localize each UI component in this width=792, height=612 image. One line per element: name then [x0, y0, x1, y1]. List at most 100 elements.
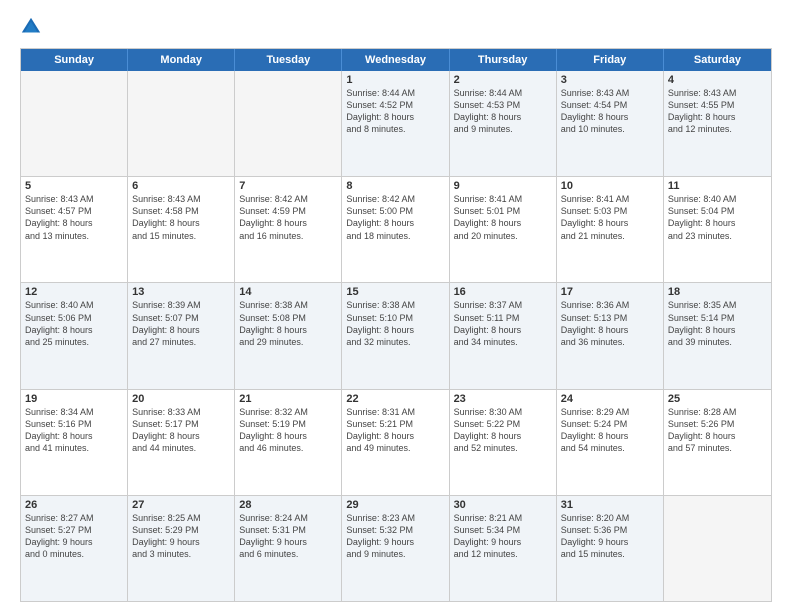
calendar-cell — [235, 71, 342, 176]
day-detail: Sunrise: 8:39 AM Sunset: 5:07 PM Dayligh… — [132, 299, 230, 348]
calendar-body: 1Sunrise: 8:44 AM Sunset: 4:52 PM Daylig… — [21, 71, 771, 601]
day-number: 8 — [346, 180, 444, 192]
day-detail: Sunrise: 8:24 AM Sunset: 5:31 PM Dayligh… — [239, 512, 337, 561]
calendar-row: 19Sunrise: 8:34 AM Sunset: 5:16 PM Dayli… — [21, 389, 771, 495]
calendar-cell: 19Sunrise: 8:34 AM Sunset: 5:16 PM Dayli… — [21, 390, 128, 495]
day-number: 10 — [561, 180, 659, 192]
day-detail: Sunrise: 8:40 AM Sunset: 5:04 PM Dayligh… — [668, 193, 767, 242]
day-number: 5 — [25, 180, 123, 192]
weekday-header: Monday — [128, 49, 235, 71]
calendar-cell: 20Sunrise: 8:33 AM Sunset: 5:17 PM Dayli… — [128, 390, 235, 495]
day-number: 9 — [454, 180, 552, 192]
calendar-cell: 25Sunrise: 8:28 AM Sunset: 5:26 PM Dayli… — [664, 390, 771, 495]
day-detail: Sunrise: 8:36 AM Sunset: 5:13 PM Dayligh… — [561, 299, 659, 348]
day-number: 25 — [668, 393, 767, 405]
weekday-header: Friday — [557, 49, 664, 71]
day-detail: Sunrise: 8:27 AM Sunset: 5:27 PM Dayligh… — [25, 512, 123, 561]
calendar-cell: 10Sunrise: 8:41 AM Sunset: 5:03 PM Dayli… — [557, 177, 664, 282]
calendar-cell: 8Sunrise: 8:42 AM Sunset: 5:00 PM Daylig… — [342, 177, 449, 282]
day-number: 23 — [454, 393, 552, 405]
day-number: 26 — [25, 499, 123, 511]
day-number: 19 — [25, 393, 123, 405]
calendar-cell: 27Sunrise: 8:25 AM Sunset: 5:29 PM Dayli… — [128, 496, 235, 601]
page: SundayMondayTuesdayWednesdayThursdayFrid… — [0, 0, 792, 612]
day-number: 12 — [25, 286, 123, 298]
day-detail: Sunrise: 8:42 AM Sunset: 4:59 PM Dayligh… — [239, 193, 337, 242]
day-number: 17 — [561, 286, 659, 298]
calendar-cell: 6Sunrise: 8:43 AM Sunset: 4:58 PM Daylig… — [128, 177, 235, 282]
calendar-header: SundayMondayTuesdayWednesdayThursdayFrid… — [21, 49, 771, 71]
day-detail: Sunrise: 8:29 AM Sunset: 5:24 PM Dayligh… — [561, 406, 659, 455]
day-detail: Sunrise: 8:43 AM Sunset: 4:58 PM Dayligh… — [132, 193, 230, 242]
day-number: 1 — [346, 74, 444, 86]
day-number: 18 — [668, 286, 767, 298]
day-number: 11 — [668, 180, 767, 192]
calendar-cell: 11Sunrise: 8:40 AM Sunset: 5:04 PM Dayli… — [664, 177, 771, 282]
calendar-cell: 4Sunrise: 8:43 AM Sunset: 4:55 PM Daylig… — [664, 71, 771, 176]
day-detail: Sunrise: 8:41 AM Sunset: 5:03 PM Dayligh… — [561, 193, 659, 242]
day-number: 29 — [346, 499, 444, 511]
day-number: 7 — [239, 180, 337, 192]
calendar-cell: 23Sunrise: 8:30 AM Sunset: 5:22 PM Dayli… — [450, 390, 557, 495]
day-detail: Sunrise: 8:42 AM Sunset: 5:00 PM Dayligh… — [346, 193, 444, 242]
calendar-cell: 7Sunrise: 8:42 AM Sunset: 4:59 PM Daylig… — [235, 177, 342, 282]
day-number: 2 — [454, 74, 552, 86]
day-number: 24 — [561, 393, 659, 405]
day-number: 28 — [239, 499, 337, 511]
day-number: 14 — [239, 286, 337, 298]
calendar-cell: 26Sunrise: 8:27 AM Sunset: 5:27 PM Dayli… — [21, 496, 128, 601]
day-detail: Sunrise: 8:40 AM Sunset: 5:06 PM Dayligh… — [25, 299, 123, 348]
calendar-row: 1Sunrise: 8:44 AM Sunset: 4:52 PM Daylig… — [21, 71, 771, 176]
calendar-cell: 12Sunrise: 8:40 AM Sunset: 5:06 PM Dayli… — [21, 283, 128, 388]
calendar-cell: 17Sunrise: 8:36 AM Sunset: 5:13 PM Dayli… — [557, 283, 664, 388]
calendar-cell: 22Sunrise: 8:31 AM Sunset: 5:21 PM Dayli… — [342, 390, 449, 495]
day-detail: Sunrise: 8:25 AM Sunset: 5:29 PM Dayligh… — [132, 512, 230, 561]
calendar-cell: 1Sunrise: 8:44 AM Sunset: 4:52 PM Daylig… — [342, 71, 449, 176]
day-detail: Sunrise: 8:23 AM Sunset: 5:32 PM Dayligh… — [346, 512, 444, 561]
calendar-cell: 18Sunrise: 8:35 AM Sunset: 5:14 PM Dayli… — [664, 283, 771, 388]
calendar-row: 12Sunrise: 8:40 AM Sunset: 5:06 PM Dayli… — [21, 282, 771, 388]
day-number: 20 — [132, 393, 230, 405]
day-detail: Sunrise: 8:37 AM Sunset: 5:11 PM Dayligh… — [454, 299, 552, 348]
day-detail: Sunrise: 8:38 AM Sunset: 5:10 PM Dayligh… — [346, 299, 444, 348]
day-detail: Sunrise: 8:21 AM Sunset: 5:34 PM Dayligh… — [454, 512, 552, 561]
calendar-cell: 31Sunrise: 8:20 AM Sunset: 5:36 PM Dayli… — [557, 496, 664, 601]
day-detail: Sunrise: 8:44 AM Sunset: 4:53 PM Dayligh… — [454, 87, 552, 136]
day-detail: Sunrise: 8:44 AM Sunset: 4:52 PM Dayligh… — [346, 87, 444, 136]
calendar-cell: 16Sunrise: 8:37 AM Sunset: 5:11 PM Dayli… — [450, 283, 557, 388]
logo — [20, 16, 46, 38]
calendar-cell — [128, 71, 235, 176]
weekday-header: Saturday — [664, 49, 771, 71]
calendar-cell: 30Sunrise: 8:21 AM Sunset: 5:34 PM Dayli… — [450, 496, 557, 601]
calendar-cell: 9Sunrise: 8:41 AM Sunset: 5:01 PM Daylig… — [450, 177, 557, 282]
day-number: 3 — [561, 74, 659, 86]
day-detail: Sunrise: 8:35 AM Sunset: 5:14 PM Dayligh… — [668, 299, 767, 348]
calendar: SundayMondayTuesdayWednesdayThursdayFrid… — [20, 48, 772, 602]
calendar-cell: 3Sunrise: 8:43 AM Sunset: 4:54 PM Daylig… — [557, 71, 664, 176]
day-detail: Sunrise: 8:38 AM Sunset: 5:08 PM Dayligh… — [239, 299, 337, 348]
day-number: 4 — [668, 74, 767, 86]
day-number: 6 — [132, 180, 230, 192]
calendar-row: 26Sunrise: 8:27 AM Sunset: 5:27 PM Dayli… — [21, 495, 771, 601]
calendar-cell: 5Sunrise: 8:43 AM Sunset: 4:57 PM Daylig… — [21, 177, 128, 282]
header — [20, 16, 772, 38]
weekday-header: Tuesday — [235, 49, 342, 71]
calendar-cell — [21, 71, 128, 176]
day-detail: Sunrise: 8:34 AM Sunset: 5:16 PM Dayligh… — [25, 406, 123, 455]
day-number: 21 — [239, 393, 337, 405]
calendar-row: 5Sunrise: 8:43 AM Sunset: 4:57 PM Daylig… — [21, 176, 771, 282]
day-number: 15 — [346, 286, 444, 298]
calendar-cell: 28Sunrise: 8:24 AM Sunset: 5:31 PM Dayli… — [235, 496, 342, 601]
day-detail: Sunrise: 8:20 AM Sunset: 5:36 PM Dayligh… — [561, 512, 659, 561]
calendar-cell — [664, 496, 771, 601]
calendar-cell: 2Sunrise: 8:44 AM Sunset: 4:53 PM Daylig… — [450, 71, 557, 176]
calendar-cell: 13Sunrise: 8:39 AM Sunset: 5:07 PM Dayli… — [128, 283, 235, 388]
calendar-cell: 29Sunrise: 8:23 AM Sunset: 5:32 PM Dayli… — [342, 496, 449, 601]
day-detail: Sunrise: 8:31 AM Sunset: 5:21 PM Dayligh… — [346, 406, 444, 455]
day-number: 30 — [454, 499, 552, 511]
weekday-header: Wednesday — [342, 49, 449, 71]
calendar-cell: 21Sunrise: 8:32 AM Sunset: 5:19 PM Dayli… — [235, 390, 342, 495]
calendar-cell: 24Sunrise: 8:29 AM Sunset: 5:24 PM Dayli… — [557, 390, 664, 495]
weekday-header: Thursday — [450, 49, 557, 71]
day-number: 22 — [346, 393, 444, 405]
